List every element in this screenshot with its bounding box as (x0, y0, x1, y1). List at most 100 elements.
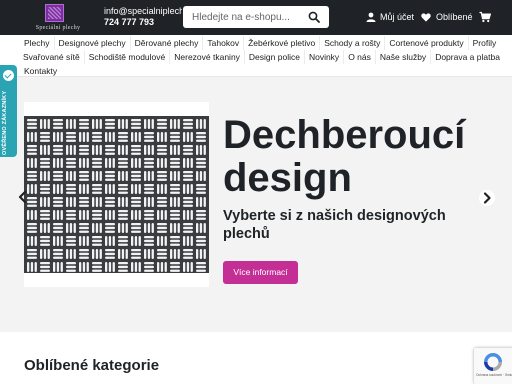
perforation-slot (92, 132, 102, 142)
recaptcha-links[interactable]: Ochrana soukromí · Smluvní podmínky (476, 373, 512, 377)
perforation-slot (53, 262, 63, 272)
perforation-slot (105, 197, 115, 207)
perforation-slot (27, 145, 37, 155)
perforation-slot (131, 249, 141, 259)
perforation-slot (40, 262, 50, 272)
nav-item[interactable]: Svařované sítě (19, 50, 85, 64)
perforation-slot (157, 249, 167, 259)
perforation-slot (183, 184, 193, 194)
cart-icon[interactable] (479, 11, 491, 23)
perforation-slot (144, 262, 154, 272)
perforation-slot (144, 249, 154, 259)
nav-item[interactable]: Doprava a platba (431, 50, 504, 64)
chevron-right-icon[interactable] (479, 190, 495, 206)
perforation-slot (183, 236, 193, 246)
nav-item[interactable]: Naše služby (376, 50, 432, 64)
perforation-slot (144, 223, 154, 233)
perforation-slot (196, 262, 206, 272)
nav-item[interactable]: O nás (344, 50, 376, 64)
perforation-slot (53, 223, 63, 233)
perforation-slot (118, 145, 128, 155)
verified-badge[interactable]: OVĚŘENO ZÁKAZNÍKY (0, 65, 17, 157)
hero-title: Dechberoucí design (223, 113, 466, 200)
nav-item[interactable]: Nerezové tkaniny (170, 50, 245, 64)
contact-phone[interactable]: 724 777 793 (104, 17, 182, 28)
perforation-slot (27, 249, 37, 259)
nav-item[interactable]: Schody a rošty (320, 36, 386, 50)
nav-item[interactable]: Design police (245, 50, 305, 64)
perforation-slot (79, 223, 89, 233)
header-bar: Speciální plechy info@specialniplechy.c … (0, 0, 512, 35)
perforation-slot (170, 158, 180, 168)
more-info-button[interactable]: Více informací (223, 261, 298, 284)
perforation-slot (79, 210, 89, 220)
perforation-slot (79, 262, 89, 272)
perforation-slot (105, 171, 115, 181)
perforation-slot (92, 158, 102, 168)
perforation-slot (196, 171, 206, 181)
perforation-slot (105, 249, 115, 259)
perforation-slot (170, 119, 180, 129)
perforation-slot (66, 223, 76, 233)
perforation-slot (66, 132, 76, 142)
perforation-slot (66, 158, 76, 168)
perforation-slot (53, 184, 63, 194)
perforation-slot (40, 236, 50, 246)
perforation-slot (131, 184, 141, 194)
nav-item[interactable]: Kontakty (20, 64, 61, 78)
account-link[interactable]: Můj účet (366, 11, 414, 23)
perforation-slot (144, 145, 154, 155)
nav-row-2: Svařované sítě Schodiště modulové Nerezové… (19, 50, 504, 64)
perforation-slot (66, 184, 76, 194)
hero-subtitle: Vyberte si z našich designových plechů (223, 208, 446, 242)
contact-email[interactable]: info@specialniplechy.c (104, 6, 182, 17)
perforation-slot (79, 171, 89, 181)
perforation-slot (92, 197, 102, 207)
perforation-slot (40, 171, 50, 181)
perforation-slot (27, 223, 37, 233)
nav-item[interactable]: Plechy (20, 36, 55, 50)
perforation-slot (92, 171, 102, 181)
nav-item[interactable]: Tahokov (203, 36, 245, 50)
perforation-slot (66, 249, 76, 259)
favorites-link[interactable]: Oblíbené (421, 11, 473, 23)
nav-item[interactable]: Designové plechy (55, 36, 131, 50)
perforation-slot (92, 262, 102, 272)
hero-image (24, 102, 209, 287)
perforation-slot (79, 249, 89, 259)
perforation-slot (196, 158, 206, 168)
nav-item[interactable]: Schodiště modulové (85, 50, 171, 64)
perforation-slot (183, 197, 193, 207)
perforation-slot (196, 249, 206, 259)
perforation-slot (66, 262, 76, 272)
perforation-slot (92, 184, 102, 194)
perforation-slot (105, 158, 115, 168)
perforation-slot (157, 223, 167, 233)
perforation-slot (79, 184, 89, 194)
perforation-slot (196, 184, 206, 194)
recaptcha-badge[interactable]: Ochrana soukromí · Smluvní podmínky (474, 348, 512, 384)
perforation-slot (196, 145, 206, 155)
perforation-slot (79, 119, 89, 129)
perforation-slot (92, 236, 102, 246)
nav-item[interactable]: Profily (469, 36, 501, 50)
perforation-slot (144, 210, 154, 220)
perforation-slot (92, 119, 102, 129)
perforation-slot (66, 171, 76, 181)
perforation-slot (170, 262, 180, 272)
perforation-slot (131, 197, 141, 207)
chevron-left-icon[interactable] (16, 190, 30, 204)
perforation-slot (92, 249, 102, 259)
perforation-slot (196, 236, 206, 246)
nav-item[interactable]: Cortenové produkty (385, 36, 469, 50)
search-icon[interactable] (308, 11, 320, 23)
search-input[interactable] (183, 6, 303, 28)
nav-item[interactable]: Děrované plechy (131, 36, 204, 50)
perforation-slot (118, 132, 128, 142)
perforation-slot (183, 210, 193, 220)
logo[interactable]: Speciální plechy (26, 4, 90, 33)
perforation-slot (40, 119, 50, 129)
nav-item[interactable]: Novinky (305, 50, 345, 64)
perforation-slot (196, 197, 206, 207)
nav-item[interactable]: Žebérkové pletivo (244, 36, 321, 50)
